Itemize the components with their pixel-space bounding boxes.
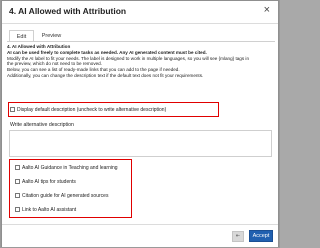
link-label: Citation guide for AI generated sources	[22, 192, 109, 199]
link-checkbox-row[interactable]: Aalto AI Guidance in Teaching and learni…	[15, 164, 118, 171]
dialog-titlebar: 4. AI Allowed with Attribution ×	[2, 1, 278, 24]
display-default-checkbox[interactable]	[10, 107, 15, 112]
alt-description-label: Write alternative description	[10, 122, 74, 128]
attribution-dialog: 4. AI Allowed with Attribution × Edit Pr…	[1, 0, 279, 247]
description-block: 4. AI Allowed with Attribution AI can be…	[7, 44, 273, 79]
link-checkbox[interactable]	[15, 193, 20, 198]
link-checkbox[interactable]	[15, 165, 20, 170]
display-default-checkbox-row[interactable]: Display default description (uncheck to …	[10, 105, 166, 114]
alt-description-textarea[interactable]	[9, 130, 272, 157]
dialog-title: 4. AI Allowed with Attribution	[9, 6, 127, 16]
display-default-label: Display default description (uncheck to …	[17, 106, 167, 113]
link-label: Aalto AI Guidance in Teaching and learni…	[22, 164, 118, 171]
close-icon[interactable]: ×	[264, 5, 270, 16]
link-checkbox-row[interactable]: Aalto AI tips for students	[15, 178, 76, 185]
link-checkbox[interactable]	[15, 179, 20, 184]
dialog-footer: ⇤ Accept	[2, 224, 278, 247]
back-button[interactable]: ⇤	[232, 231, 244, 242]
accept-button[interactable]: Accept	[249, 230, 273, 242]
link-checkbox[interactable]	[15, 207, 20, 212]
link-checkbox-row[interactable]: Link to Aalto AI assistant	[15, 206, 76, 213]
link-label: Link to Aalto AI assistant	[22, 206, 77, 213]
link-label: Aalto AI tips for students	[22, 178, 76, 185]
description-line: Additionally, you can change the descrip…	[7, 72, 204, 78]
link-checkbox-row[interactable]: Citation guide for AI generated sources	[15, 192, 108, 199]
